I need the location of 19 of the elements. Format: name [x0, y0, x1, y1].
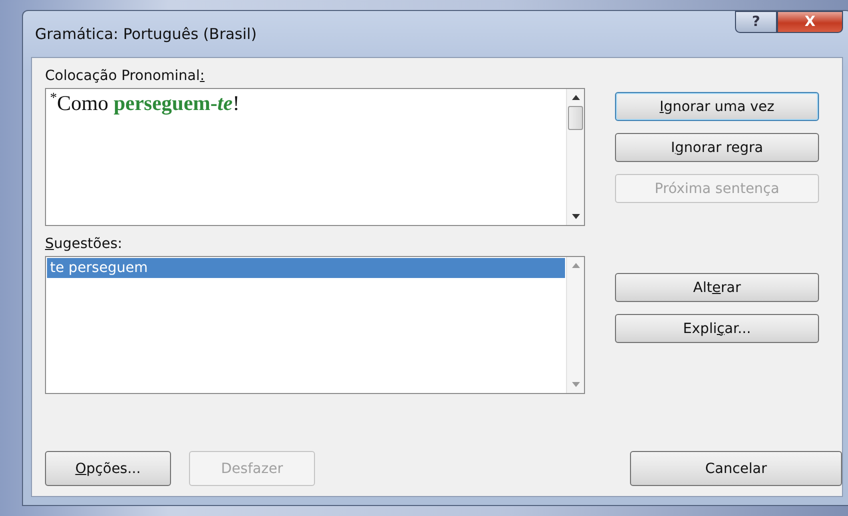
scroll-down-icon[interactable] [572, 214, 580, 219]
scroll-thumb[interactable] [568, 106, 583, 130]
action-button[interactable]: Expliçar... [615, 314, 819, 343]
suggestions-list[interactable]: te perseguem [45, 256, 585, 394]
close-button[interactable]: X [777, 11, 843, 33]
action-button[interactable]: Ignorar regra [615, 133, 819, 162]
sentence-text: $^{*}$Como perseguem-te! [49, 90, 241, 117]
help-button[interactable]: ? [735, 11, 777, 33]
error-type-label: Colocação Pronominal: [45, 68, 206, 84]
action-button[interactable]: Alterar [615, 273, 819, 302]
sentence-box[interactable]: $^{*}$Como perseguem-te! [45, 88, 585, 226]
scroll-up-icon[interactable] [572, 95, 580, 100]
cancel-button[interactable]: Cancelar [630, 451, 842, 486]
action-button[interactable]: Opções... [45, 451, 171, 486]
scrollbar[interactable] [566, 89, 584, 225]
window-title: Gramática: Português (Brasil) [34, 25, 257, 43]
action-button[interactable]: Ignorar uma vez [615, 92, 819, 121]
suggestion-item[interactable]: te perseguem [47, 258, 565, 278]
suggestions-label: Sugestões: [45, 236, 124, 252]
